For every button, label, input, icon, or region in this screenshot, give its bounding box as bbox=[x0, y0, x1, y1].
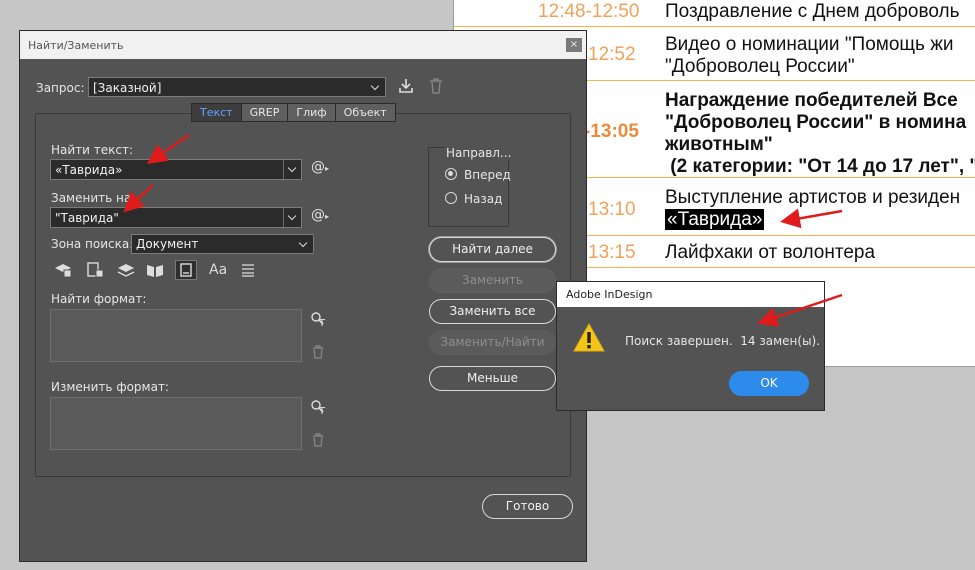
direction-title: Направл... bbox=[445, 146, 513, 160]
find-text-value: «Таврида» bbox=[55, 163, 123, 177]
schedule-text: Поздравление с Днем доброволь bbox=[665, 1, 960, 22]
svg-text:T: T bbox=[318, 406, 326, 415]
find-format-label: Найти формат: bbox=[51, 292, 147, 306]
clear-format-icon[interactable] bbox=[312, 433, 324, 447]
alert-dialog: Adobe InDesign Поиск завершен. 14 замен(… bbox=[556, 281, 825, 411]
specify-format-icon[interactable]: T bbox=[310, 311, 328, 327]
ok-button[interactable]: OK bbox=[729, 371, 809, 396]
include-locked-layers-icon[interactable] bbox=[54, 262, 72, 278]
schedule-text: "Доброволец России" bbox=[665, 56, 855, 77]
clear-format-icon[interactable] bbox=[312, 345, 324, 359]
done-button[interactable]: Готово bbox=[482, 494, 573, 519]
direction-forward-label: Вперед bbox=[464, 168, 511, 182]
schedule-time: -13:05 bbox=[584, 121, 639, 142]
direction-back-label: Назад bbox=[464, 192, 503, 206]
tab-text[interactable]: Текст bbox=[192, 104, 242, 121]
find-text-input[interactable]: «Таврида» bbox=[50, 159, 302, 180]
find-format-box[interactable] bbox=[50, 309, 302, 362]
schedule-text: (2 категории: "От 14 до 17 лет", " bbox=[665, 156, 975, 177]
specify-format-icon[interactable]: T bbox=[310, 399, 328, 415]
save-query-icon[interactable] bbox=[398, 78, 414, 94]
direction-group: Направл... Вперед Назад bbox=[428, 146, 513, 227]
special-characters-icon[interactable]: @▸ bbox=[311, 159, 329, 175]
search-scope-select[interactable]: Документ bbox=[131, 234, 314, 254]
schedule-time: 13:15 bbox=[588, 242, 636, 263]
include-master-pages-icon[interactable] bbox=[146, 262, 164, 278]
include-hidden-layers-icon[interactable] bbox=[117, 262, 135, 278]
query-value: [Заказной] bbox=[93, 81, 162, 95]
schedule-text: животным" bbox=[665, 134, 773, 155]
chevron-down-icon[interactable] bbox=[283, 160, 301, 179]
replace-button[interactable]: Заменить bbox=[429, 268, 556, 293]
warning-icon bbox=[573, 322, 605, 352]
schedule-text: "Доброволец России" в номина bbox=[665, 112, 967, 133]
chevron-down-icon bbox=[367, 78, 385, 97]
replace-text-label: Заменить на: bbox=[51, 191, 136, 205]
footnotes-icon bbox=[180, 263, 192, 277]
tab-grep[interactable]: GREP bbox=[242, 104, 289, 121]
tab-object[interactable]: Объект bbox=[336, 104, 395, 121]
replace-text-value: "Таврида" bbox=[55, 211, 119, 225]
find-text-label: Найти текст: bbox=[51, 143, 134, 157]
close-button[interactable]: × bbox=[566, 38, 582, 52]
schedule-row: 12:48-12:50 Поздравление с Днем добровол… bbox=[454, 0, 975, 27]
query-select[interactable]: [Заказной] bbox=[88, 77, 386, 97]
svg-text:T: T bbox=[318, 318, 326, 327]
replace-find-button[interactable]: Заменить/Найти bbox=[429, 330, 556, 355]
chevron-down-icon[interactable] bbox=[283, 208, 301, 227]
direction-back-radio[interactable] bbox=[445, 192, 457, 204]
schedule-text: Выступление артистов и резиден bbox=[665, 187, 961, 208]
search-scope-value: Документ bbox=[136, 237, 199, 251]
search-scope-label: Зона поиска: bbox=[51, 237, 134, 251]
replace-all-button[interactable]: Заменить все bbox=[429, 299, 556, 324]
find-next-button[interactable]: Найти далее bbox=[429, 237, 556, 262]
search-mode-tabs: Текст GREP Глиф Объект bbox=[191, 103, 396, 122]
delete-query-icon[interactable] bbox=[429, 78, 443, 94]
case-sensitive-icon[interactable]: Aa bbox=[209, 262, 227, 278]
dialog-title: Найти/Заменить bbox=[28, 39, 124, 52]
schedule-time: 13:10 bbox=[588, 199, 636, 220]
alert-message: Поиск завершен. 14 замен(ы). bbox=[625, 334, 821, 348]
schedule-text: Награждение победителей Все bbox=[665, 90, 958, 111]
include-footnotes-toggle[interactable] bbox=[175, 260, 197, 280]
highlighted-match: «Таврида» bbox=[665, 209, 765, 230]
find-change-dialog: Найти/Заменить × Запрос: [Заказной] Текс… bbox=[19, 30, 587, 562]
whole-word-icon[interactable] bbox=[240, 262, 256, 278]
alert-titlebar[interactable]: Adobe InDesign bbox=[557, 282, 824, 307]
query-label: Запрос: bbox=[36, 81, 85, 95]
replace-text-input[interactable]: "Таврида" bbox=[50, 207, 302, 228]
tab-glyph[interactable]: Глиф bbox=[288, 104, 336, 121]
schedule-time: 12:52 bbox=[588, 44, 636, 65]
change-format-label: Изменить формат: bbox=[51, 380, 169, 394]
direction-forward-radio[interactable] bbox=[445, 168, 457, 180]
dialog-titlebar[interactable]: Найти/Заменить × bbox=[20, 31, 586, 59]
include-locked-stories-icon[interactable] bbox=[86, 262, 104, 278]
fewer-options-button[interactable]: Меньше bbox=[429, 366, 556, 391]
alert-title: Adobe InDesign bbox=[566, 288, 653, 301]
chevron-down-icon bbox=[295, 235, 313, 254]
special-characters-icon[interactable]: @▸ bbox=[311, 207, 329, 223]
schedule-time: 12:48-12:50 bbox=[538, 1, 640, 22]
change-format-box[interactable] bbox=[50, 397, 302, 450]
schedule-text: Видео о номинации "Помощь жи bbox=[665, 34, 954, 55]
schedule-text: Лайфхаки от волонтера bbox=[665, 242, 876, 263]
